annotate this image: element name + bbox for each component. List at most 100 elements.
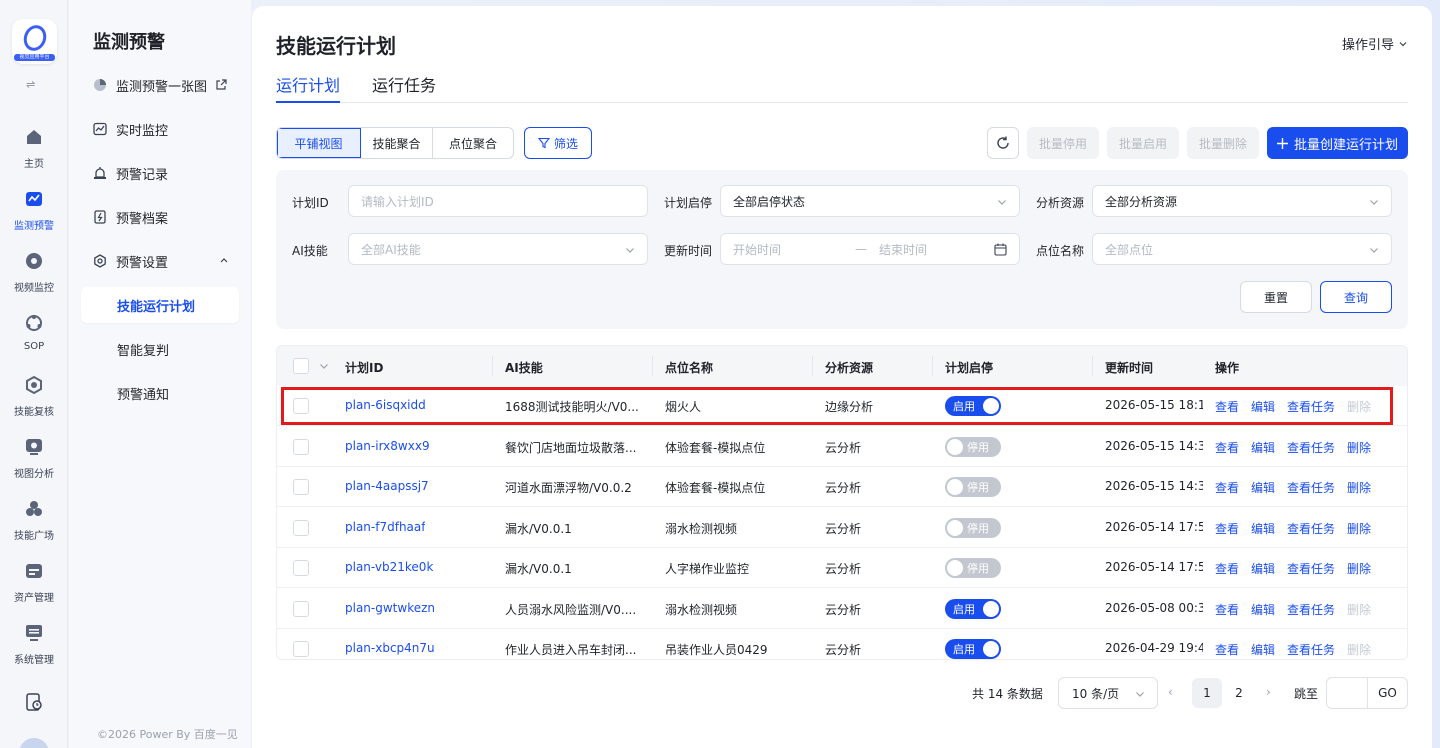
avatar[interactable]: [19, 738, 49, 748]
rail-item-home[interactable]: 主页: [0, 128, 68, 170]
external-link-icon[interactable]: [215, 79, 227, 91]
row-checkbox[interactable]: [293, 398, 309, 414]
query-button[interactable]: 查询: [1320, 281, 1392, 313]
table-row[interactable]: plan-vb21ke0k 漏水/V0.0.1 人字梯作业监控 云分析 停用 2026-0…: [277, 548, 1407, 588]
nav-item-realtime[interactable]: 实时监控: [81, 111, 239, 147]
status-toggle[interactable]: 停用: [945, 558, 1001, 578]
app-logo[interactable]: 视觉应用平台: [12, 19, 57, 64]
table-row[interactable]: plan-f7dfhaaf 漏水/V0.0.1 溺水检测视频 云分析 停用 2026-05…: [277, 508, 1407, 548]
filter-button[interactable]: 筛选: [524, 127, 592, 159]
view-task-action-link[interactable]: 查看任务: [1287, 601, 1335, 618]
view-task-action-link[interactable]: 查看任务: [1287, 479, 1335, 496]
tab-run-task[interactable]: 运行任务: [372, 72, 436, 103]
nav-item-alert-settings[interactable]: 预警设置: [81, 243, 239, 279]
row-checkbox[interactable]: [293, 641, 309, 657]
row-checkbox[interactable]: [293, 519, 309, 536]
edit-action-link[interactable]: 编辑: [1251, 520, 1275, 537]
page-size-select[interactable]: 10 条/页: [1058, 677, 1158, 709]
row-checkbox[interactable]: [293, 438, 309, 455]
view-skill-group-button[interactable]: 技能聚合: [361, 128, 433, 158]
batch-stop-button[interactable]: 批量停用: [1027, 127, 1099, 159]
view-action-link[interactable]: 查看: [1215, 439, 1239, 456]
view-action-link[interactable]: 查看: [1215, 560, 1239, 577]
delete-action-link[interactable]: 删除: [1347, 641, 1371, 658]
rail-item-video[interactable]: 视频监控: [0, 252, 68, 294]
delete-action-link[interactable]: 删除: [1347, 479, 1371, 496]
view-action-link[interactable]: 查看: [1215, 601, 1239, 618]
skill-select[interactable]: 全部AI技能: [348, 233, 648, 265]
status-toggle[interactable]: 停用: [945, 517, 1001, 538]
status-toggle[interactable]: 停用: [945, 477, 1001, 497]
view-task-action-link[interactable]: 查看任务: [1287, 520, 1335, 537]
plan-id-link[interactable]: plan-vb21ke0k: [345, 560, 433, 574]
chevron-down-icon[interactable]: [319, 361, 329, 371]
table-row[interactable]: plan-irx8wxx9 餐饮门店地面垃圾散落... 体验套餐-模拟点位 云分析 停用…: [277, 427, 1407, 467]
go-button[interactable]: GO: [1367, 678, 1407, 708]
resource-select[interactable]: 全部分析资源: [1092, 185, 1392, 217]
rail-item-system[interactable]: 系统管理: [0, 624, 68, 666]
edit-action-link[interactable]: 编辑: [1251, 641, 1275, 658]
row-checkbox[interactable]: [293, 600, 309, 617]
table-row[interactable]: plan-xbcp4n7u 作业人员进入吊车封闭... 吊装作业人员0429 云分析 启…: [277, 629, 1407, 659]
delete-action-link[interactable]: 删除: [1347, 601, 1371, 618]
edit-action-link[interactable]: 编辑: [1251, 601, 1275, 618]
nav-item-alert-records[interactable]: 预警记录: [81, 155, 239, 191]
batch-delete-button[interactable]: 批量删除: [1187, 127, 1259, 159]
batch-start-button[interactable]: 批量启用: [1107, 127, 1179, 159]
plan-id-link[interactable]: plan-f7dfhaaf: [345, 520, 425, 534]
rail-item-asset[interactable]: 资产管理: [0, 562, 68, 604]
rail-item-sop[interactable]: SOP: [0, 314, 68, 352]
view-action-link[interactable]: 查看: [1215, 520, 1239, 537]
view-point-group-button[interactable]: 点位聚合: [433, 128, 513, 158]
select-all-checkbox[interactable]: [293, 358, 309, 374]
edit-action-link[interactable]: 编辑: [1251, 439, 1275, 456]
delete-action-link[interactable]: 删除: [1347, 398, 1371, 415]
point-select[interactable]: 全部点位: [1092, 233, 1392, 265]
rail-item-view-analysis[interactable]: 视图分析: [0, 438, 68, 480]
plan-id-link[interactable]: plan-irx8wxx9: [345, 439, 430, 453]
plan-id-link[interactable]: plan-gwtwkezn: [345, 601, 435, 615]
page-1-button[interactable]: 1: [1192, 678, 1222, 708]
view-task-action-link[interactable]: 查看任务: [1287, 439, 1335, 456]
plan-id-link[interactable]: plan-6isqxidd: [345, 398, 426, 412]
refresh-button[interactable]: [987, 127, 1019, 159]
plan-id-link[interactable]: plan-xbcp4n7u: [345, 641, 435, 655]
nav-item-overview-map[interactable]: 监测预警一张图: [81, 67, 239, 103]
tab-run-plan[interactable]: 运行计划: [276, 72, 341, 103]
status-toggle[interactable]: 启用: [945, 396, 1001, 416]
plan-id-input[interactable]: 请输入计划ID: [348, 185, 648, 217]
reset-button[interactable]: 重置: [1240, 281, 1312, 313]
table-row[interactable]: plan-gwtwkezn 人员溺水风险监测/V0.... 溺水检测视频 云分析 启用 2…: [277, 589, 1407, 629]
view-task-action-link[interactable]: 查看任务: [1287, 560, 1335, 577]
edit-action-link[interactable]: 编辑: [1251, 560, 1275, 577]
status-toggle[interactable]: 启用: [945, 639, 1001, 659]
status-select[interactable]: 全部启停状态: [720, 185, 1020, 217]
nav-item-skill-plan[interactable]: 技能运行计划: [81, 287, 239, 323]
table-row[interactable]: plan-4aapssj7 河道水面漂浮物/V0.0.2 体验套餐-模拟点位 云分析 停…: [277, 467, 1407, 507]
view-task-action-link[interactable]: 查看任务: [1287, 641, 1335, 658]
prev-page-icon[interactable]: ‹: [1168, 685, 1180, 699]
view-action-link[interactable]: 查看: [1215, 641, 1239, 658]
status-toggle[interactable]: 启用: [945, 598, 1001, 619]
rail-item-monitor[interactable]: 监测预警: [0, 190, 68, 232]
schedule-icon[interactable]: [25, 693, 43, 711]
batch-create-plan-button[interactable]: 批量创建运行计划: [1267, 127, 1408, 159]
rail-item-skill-review[interactable]: 技能复核: [0, 375, 68, 418]
view-action-link[interactable]: 查看: [1215, 479, 1239, 496]
jump-page-input[interactable]: GO: [1326, 677, 1408, 709]
plan-id-link[interactable]: plan-4aapssj7: [345, 479, 429, 493]
view-action-link[interactable]: 查看: [1215, 398, 1239, 415]
row-checkbox[interactable]: [293, 560, 309, 576]
time-range-picker[interactable]: 开始时间 — 结束时间: [720, 233, 1020, 265]
delete-action-link[interactable]: 删除: [1347, 439, 1371, 456]
table-row[interactable]: plan-6isqxidd 1688测试技能明火/V0.... 烟火人 边缘分析 启用 2…: [277, 386, 1407, 426]
nav-item-smart-review[interactable]: 智能复判: [81, 331, 239, 367]
view-tile-button[interactable]: 平铺视图: [277, 128, 361, 158]
delete-action-link[interactable]: 删除: [1347, 560, 1371, 577]
page-2-button[interactable]: 2: [1224, 678, 1254, 708]
nav-item-alert-archive[interactable]: 预警档案: [81, 199, 239, 235]
operation-guide-dropdown[interactable]: 操作引导: [1342, 34, 1408, 53]
view-task-action-link[interactable]: 查看任务: [1287, 398, 1335, 415]
row-checkbox[interactable]: [293, 479, 309, 495]
delete-action-link[interactable]: 删除: [1347, 520, 1371, 537]
